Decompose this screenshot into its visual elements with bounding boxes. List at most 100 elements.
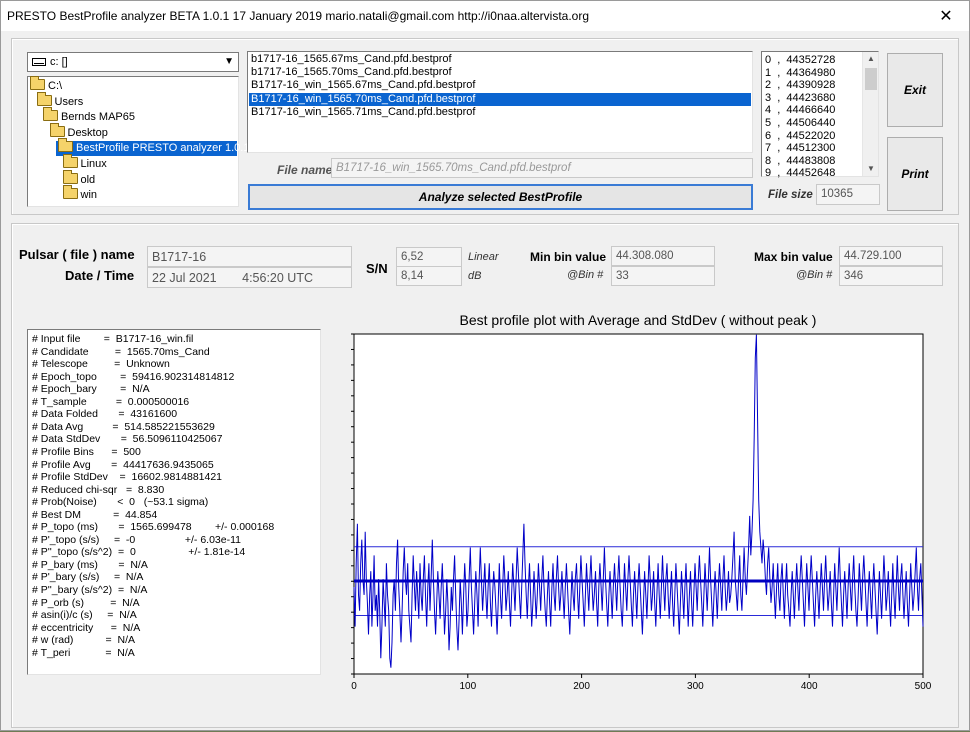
info-line: # asin(i)/c (s) = N/A xyxy=(32,609,137,622)
min-bin-number-label: @Bin # xyxy=(567,269,604,281)
close-button[interactable]: ✕ xyxy=(923,1,969,31)
info-line: # P''_bary (s/s^2) = N/A xyxy=(32,584,148,596)
file-size-label: File size xyxy=(768,189,813,201)
sn-db-label: dB xyxy=(468,270,482,282)
info-line: # P_orb (s) = N/A xyxy=(32,596,140,609)
time-value: 4:56:20 UTC xyxy=(242,271,313,285)
folder-icon xyxy=(62,185,78,200)
folder-icon xyxy=(30,76,45,90)
min-bin-number-field[interactable]: 33 xyxy=(611,266,715,286)
min-bin-field[interactable]: 44.308.080 xyxy=(611,246,715,266)
tree-folder-label: C:\ xyxy=(48,80,63,92)
bytes-list-item[interactable]: 0 , 44352728 xyxy=(765,54,835,67)
bytes-list-item[interactable]: 9 , 44452648 xyxy=(765,167,835,180)
sn-label: S/N xyxy=(366,261,388,276)
info-line: # Profile Avg = 44417636.9435065 xyxy=(32,458,214,471)
info-line: # Data StdDev = 56.5096110425067 xyxy=(32,433,223,446)
info-line: # P''_topo (s/s^2) = 0 +/- 1.81e-14 xyxy=(32,546,246,559)
app-window: PRESTO BestProfile analyzer BETA 1.0.1 1… xyxy=(0,0,970,731)
info-line: # w (rad) = N/A xyxy=(32,634,135,647)
file-list-item[interactable]: B1717-16_win_1565.67ms_Cand.pfd.bestprof xyxy=(249,79,751,92)
date-value: 22 Jul 2021 xyxy=(152,271,217,285)
bytes-list-item[interactable]: 8 , 44483808 xyxy=(765,155,835,168)
info-line: # Telescope = Unknown xyxy=(32,358,170,371)
info-line: # Data Folded = 43161600 xyxy=(32,408,178,421)
file-list-item[interactable]: B1717-16_win_1565.70ms_Cand.pfd.bestprof xyxy=(249,92,751,106)
folder-icon xyxy=(49,122,65,137)
file-list-item[interactable]: b1717-16_1565.67ms_Cand.pfd.bestprof xyxy=(249,53,751,66)
info-line: # Reduced chi-sqr = 8.830 xyxy=(32,483,165,496)
sn-db-field[interactable]: 8,14 xyxy=(396,266,462,286)
info-line: # eccentricity = N/A xyxy=(32,621,141,634)
info-line: # Input file = B1717-16_win.fil xyxy=(32,333,194,345)
analyze-button[interactable]: Analyze selected BestProfile xyxy=(248,184,753,210)
max-bin-field[interactable]: 44.729.100 xyxy=(839,246,943,266)
bytes-scrollbar[interactable]: ▲ ▼ xyxy=(862,52,878,176)
tree-folder-label: old xyxy=(80,173,96,186)
tree-folder-label: Users xyxy=(54,95,84,108)
tree-folder-item[interactable]: BestProfile PRESTO analyzer 1.0.1.e xyxy=(56,138,259,157)
pulsar-name-field[interactable]: B1717-16 xyxy=(147,246,352,267)
drive-select[interactable]: c: [] ▼ xyxy=(27,52,239,72)
sn-linear-field[interactable]: 6,52 xyxy=(396,247,462,267)
info-line: # P_bary (ms) = N/A xyxy=(32,558,148,571)
min-bin-label: Min bin value xyxy=(530,250,607,264)
chevron-down-icon[interactable]: ▼ xyxy=(224,56,234,67)
info-line: # Epoch_bary = N/A xyxy=(32,383,150,396)
folder-open-icon xyxy=(58,138,73,153)
info-line: # Epoch_topo = 59416.902314814812 xyxy=(32,370,235,383)
scroll-up-icon[interactable]: ▲ xyxy=(863,52,879,66)
file-list-item[interactable]: b1717-16_1565.70ms_Cand.pfd.bestprof xyxy=(249,66,751,79)
file-size-field[interactable]: 10365 xyxy=(816,184,880,205)
plot-title: Best profile plot with Average and StdDe… xyxy=(459,312,817,328)
scroll-down-icon[interactable]: ▼ xyxy=(863,162,879,176)
exit-button[interactable]: Exit xyxy=(887,53,943,127)
folder-icon xyxy=(62,169,78,184)
print-button[interactable]: Print xyxy=(887,137,943,211)
info-line: # Best DM = 44.854 xyxy=(32,508,158,521)
tree-folder-item[interactable]: win xyxy=(62,185,97,203)
directory-tree[interactable]: C:\ Users Bernds MAP65 Desktop BestProfile P… xyxy=(27,76,259,207)
info-line: # P_topo (ms) = 1565.699478 +/- 0.000168 xyxy=(32,521,275,534)
info-line: # T_peri = N/A xyxy=(32,646,135,659)
scrollbar-thumb[interactable] xyxy=(865,68,877,90)
profile-info-box[interactable]: # Input file = B1717-16_win.fil # Candida… xyxy=(27,329,321,675)
file-name-field[interactable]: B1717-16_win_1565.70ms_Cand.pfd.bestprof xyxy=(331,158,753,178)
file-list[interactable]: b1717-16_1565.67ms_Cand.pfd.bestprof b171… xyxy=(247,51,753,153)
file-list-item[interactable]: B1717-16_win_1565.71ms_Cand.pfd.bestprof xyxy=(249,106,751,119)
folder-icon xyxy=(62,154,78,168)
info-line: # P'_topo (s/s) = -0 +/- 6.03e-11 xyxy=(32,533,241,546)
title-bar[interactable]: PRESTO BestProfile analyzer BETA 1.0.1 1… xyxy=(1,1,969,31)
tree-folder-label: BestProfile PRESTO analyzer 1.0.1.e xyxy=(76,142,259,155)
max-bin-number-label: @Bin # xyxy=(796,269,833,281)
info-line: # Profile Bins = 500 xyxy=(32,445,141,458)
info-line: # T_sample = 0.000500016 xyxy=(32,395,190,408)
bytes-list-item[interactable]: 1 , 44364980 xyxy=(765,67,835,80)
drive-icon xyxy=(32,58,46,66)
folder-icon xyxy=(43,107,58,122)
max-bin-number-field[interactable]: 346 xyxy=(839,266,943,286)
drive-value: c: [] xyxy=(50,56,68,68)
bytes-list-item[interactable]: 7 , 44512300 xyxy=(765,142,835,155)
file-name-label: File name xyxy=(277,163,333,177)
date-time-field[interactable]: 22 Jul 2021 4:56:20 UTC xyxy=(147,267,352,288)
folder-icon xyxy=(36,91,52,106)
bytes-list-item[interactable]: 6 , 44522020 xyxy=(765,130,835,143)
bytes-list-item[interactable]: 3 , 44423680 xyxy=(765,92,835,105)
bytes-list-item[interactable]: 2 , 44390928 xyxy=(765,79,835,92)
bytes-list[interactable]: 9 , 44452648 8 , 44483808 7 , 44512300 6 , … xyxy=(761,51,879,180)
window-title: PRESTO BestProfile analyzer BETA 1.0.1 1… xyxy=(7,9,590,23)
tree-folder-label: Desktop xyxy=(67,126,108,139)
sn-linear-label: Linear xyxy=(468,251,499,263)
tree-folder-label: Linux xyxy=(80,158,107,170)
pulsar-name-label: Pulsar ( file ) name xyxy=(19,247,135,262)
info-line: # Profile StdDev = 16602.9814881421 xyxy=(32,471,223,484)
info-line: # Candidate = 1565.70ms_Cand xyxy=(32,345,210,358)
tree-folder-item[interactable]: C:\ xyxy=(30,76,63,94)
bytes-list-item[interactable]: 5 , 44506440 xyxy=(765,117,835,130)
date-time-label: Date / Time xyxy=(65,268,135,283)
bytes-list-item[interactable]: 4 , 44466640 xyxy=(765,104,835,117)
max-bin-label: Max bin value xyxy=(754,250,833,264)
tree-folder-label: Bernds MAP65 xyxy=(61,111,135,124)
info-line: # Prob(Noise) < 0 (~53.1 sigma) xyxy=(32,496,209,509)
